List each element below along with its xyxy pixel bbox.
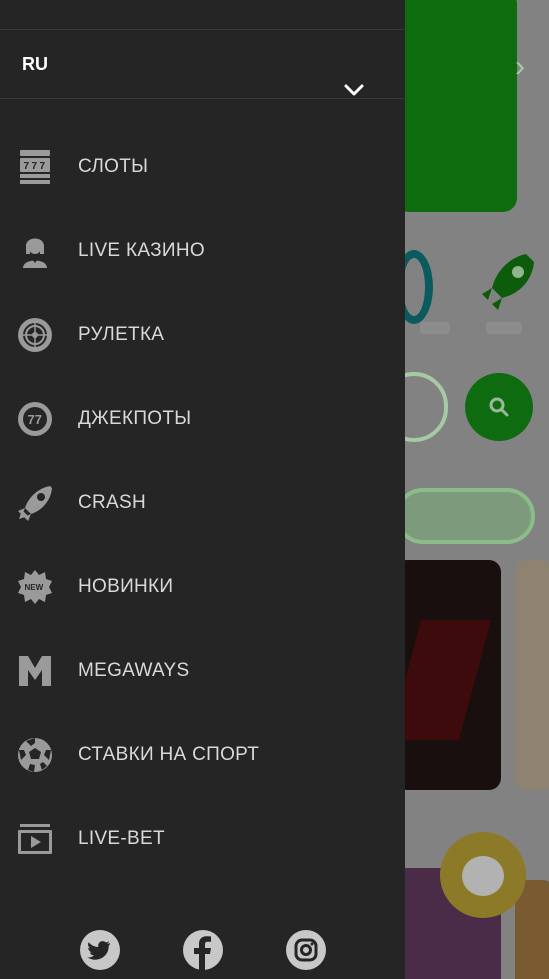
svg-text:NEW: NEW (25, 583, 44, 592)
facebook-icon (194, 936, 211, 970)
game-card (515, 560, 549, 790)
rocket-category-icon (482, 254, 534, 310)
menu-item-live-bet[interactable]: LIVE-BET (0, 796, 405, 880)
menu-item-slots[interactable]: 7 7 7 СЛОТЫ (0, 124, 405, 208)
category-caption-partial (486, 322, 522, 334)
new-badge-icon: NEW (18, 570, 52, 604)
language-label: RU (22, 54, 48, 74)
menu-item-label: LIVE-BET (78, 828, 165, 849)
social-links (0, 926, 405, 976)
menu-item-label: ДЖЕКПОТЫ (78, 408, 192, 429)
rocket-icon (18, 486, 52, 521)
svg-text:7: 7 (24, 161, 30, 172)
slot-machine-icon: 7 7 7 (20, 150, 50, 184)
main-menu: 7 7 7 СЛОТЫ LIVE КАЗИНО РУЛЕТКА 77 ДЖЕКП… (0, 124, 405, 880)
side-drawer: RU 7 7 7 СЛОТЫ LIVE КАЗИНО РУЛЕТКА 77 ДЖ… (0, 0, 405, 979)
menu-item-label: LIVE КАЗИНО (78, 240, 205, 261)
menu-item-megaways[interactable]: MEGAWAYS (0, 628, 405, 712)
megaways-m-icon (19, 656, 51, 686)
menu-item-label: СЛОТЫ (78, 156, 149, 177)
promo-banner (395, 0, 517, 212)
menu-item-crash[interactable]: CRASH (0, 460, 405, 544)
drawer-top-strip (0, 0, 405, 30)
instagram-icon (294, 938, 318, 962)
menu-item-live-casino[interactable]: LIVE КАЗИНО (0, 208, 405, 292)
live-bet-play-icon (18, 824, 52, 854)
svg-text:7: 7 (32, 161, 38, 172)
facebook-link[interactable] (183, 930, 223, 970)
menu-item-sports-betting[interactable]: СТАВКИ НА СПОРТ (0, 712, 405, 796)
roulette-icon (18, 318, 52, 352)
instagram-link[interactable] (286, 930, 326, 970)
category-caption-partial (420, 322, 450, 334)
menu-item-roulette[interactable]: РУЛЕТКА (0, 292, 405, 376)
jackpot-77-icon: 77 (18, 402, 52, 436)
menu-item-label: CRASH (78, 492, 147, 513)
search-button (465, 373, 533, 441)
search-icon (489, 397, 509, 417)
chat-icon (462, 856, 504, 896)
menu-item-label: НОВИНКИ (78, 576, 174, 597)
live-dealer-icon (23, 238, 47, 268)
svg-text:7: 7 (40, 161, 46, 172)
menu-item-label: MEGAWAYS (78, 660, 190, 681)
menu-item-new[interactable]: NEW НОВИНКИ (0, 544, 405, 628)
twitter-link[interactable] (80, 930, 120, 970)
filter-pill-partial (395, 488, 535, 544)
language-selector[interactable]: RU (0, 30, 405, 99)
game-card (395, 560, 501, 790)
menu-item-label: РУЛЕТКА (78, 324, 165, 345)
banner-next-arrow: › (515, 50, 525, 83)
menu-item-label: СТАВКИ НА СПОРТ (78, 744, 260, 765)
svg-text:77: 77 (28, 412, 42, 427)
soccer-ball-icon (18, 738, 52, 772)
menu-item-jackpots[interactable]: 77 ДЖЕКПОТЫ (0, 376, 405, 460)
twitter-icon (87, 941, 110, 960)
